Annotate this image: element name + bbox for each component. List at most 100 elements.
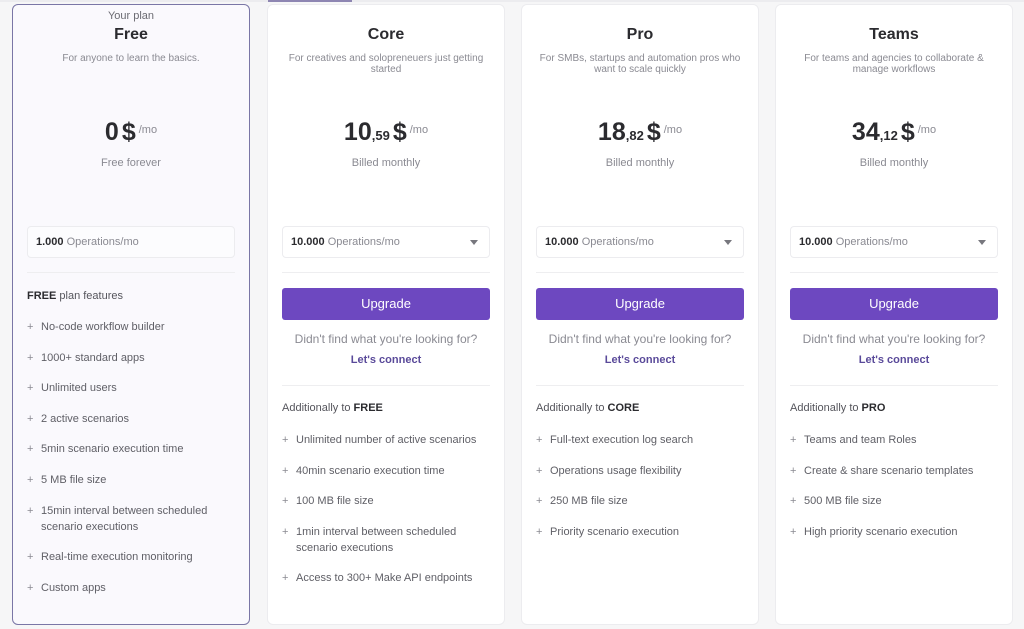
feature-text: 1000+ standard apps: [41, 351, 145, 364]
not-found-text: Didn't find what you're looking for?: [802, 332, 986, 346]
plus-icon: +: [27, 581, 34, 594]
features-heading: Additionally to CORE: [536, 402, 744, 414]
price-cents: ,12: [879, 128, 898, 143]
chevron-down-icon[interactable]: [724, 240, 732, 245]
feature-text: Access to 300+ Make API endpoints: [296, 572, 473, 585]
lets-connect-link[interactable]: Let's connect: [776, 354, 1012, 366]
price-currency: $: [900, 118, 915, 146]
price-currency: $: [646, 118, 661, 146]
price-integer: 0: [104, 118, 119, 146]
features-heading: Additionally to FREE: [282, 402, 490, 414]
features-heading-plan: FREE: [27, 290, 57, 302]
billing-note: Billed monthly: [351, 157, 421, 169]
plus-icon: +: [27, 351, 34, 364]
feature-text: 5min scenario execution time: [41, 443, 184, 456]
plus-icon: +: [27, 473, 34, 486]
plus-icon: +: [536, 464, 543, 477]
plan-name: Free: [114, 26, 148, 43]
operations-value: 1.000: [36, 236, 64, 248]
divider: [282, 385, 490, 386]
feature-text: 15min interval between scheduled scenari…: [41, 504, 208, 533]
price-period: /mo: [663, 124, 683, 136]
divider: [536, 272, 744, 273]
operations-select[interactable]: 10.000 Operations/mo: [536, 226, 744, 258]
divider: [790, 385, 998, 386]
feature-item: +1000+ standard apps: [27, 350, 239, 366]
plan-price: 0 $/mo: [13, 118, 249, 147]
price-period: /mo: [409, 124, 429, 136]
feature-text: Unlimited users: [41, 382, 117, 395]
plan-tabs-bar: [0, 0, 1024, 2]
feature-text: 5 MB file size: [41, 473, 107, 486]
feature-list: + Teams and team Roles + Create & share sce…: [790, 432, 1002, 554]
feature-text: High priority scenario execution: [804, 525, 958, 538]
divider: [536, 385, 744, 386]
feature-item: +5min scenario execution time: [27, 441, 239, 457]
feature-item: + Full-text execution log search: [536, 432, 748, 448]
feature-item: +250 MB file size: [536, 493, 748, 509]
feature-text: 1min interval between scheduled scenario…: [296, 525, 457, 554]
feature-text: 250 MB file size: [550, 495, 628, 508]
feature-text: Operations usage flexibility: [550, 464, 682, 477]
feature-text: Full-text execution log search: [550, 434, 694, 446]
upgrade-button[interactable]: Upgrade: [536, 288, 744, 320]
feature-text: No-code workflow builder: [41, 321, 165, 333]
feature-item: + Real-time execution monitoring: [27, 549, 239, 565]
feature-item: + High priority scenario execution: [790, 524, 1002, 540]
billing-note: Billed monthly: [859, 157, 929, 169]
plus-icon: +: [27, 382, 34, 395]
feature-item: + Unlimited number of active scenarios: [282, 432, 494, 448]
operations-value: 10.000: [545, 236, 579, 248]
price-cents: ,82: [625, 128, 644, 143]
plus-icon: +: [790, 495, 797, 508]
divider: [282, 272, 490, 273]
feature-item: + Access to 300+ Make API endpoints: [282, 570, 494, 586]
operations-display: 1.000 Operations/mo: [27, 226, 235, 258]
feature-text: 500 MB file size: [804, 495, 882, 508]
chevron-down-icon[interactable]: [470, 240, 478, 245]
price-period: /mo: [917, 124, 937, 136]
lets-connect-link[interactable]: Let's connect: [522, 354, 758, 366]
feature-item: + Create & share scenario templates: [790, 463, 1002, 479]
price-currency: $: [121, 118, 136, 146]
current-plan-badge: Your plan: [107, 10, 155, 22]
upgrade-button[interactable]: Upgrade: [282, 288, 490, 320]
billing-note: Free forever: [101, 157, 161, 169]
price-period: /mo: [138, 124, 158, 136]
feature-item: +15min interval between scheduled scenar…: [27, 503, 239, 535]
feature-text: Priority scenario execution: [550, 525, 680, 538]
plan-description: For SMBs, startups and automation pros w…: [539, 53, 741, 75]
feature-list: + Full-text execution log search + Operatio…: [536, 432, 748, 554]
plan-card-free: Your plan Free For anyone to learn the b…: [12, 4, 250, 625]
feature-text: Real-time execution monitoring: [41, 551, 193, 564]
price-currency: $: [392, 118, 407, 146]
feature-list: + Unlimited number of active scenarios +40…: [282, 432, 494, 601]
plus-icon: +: [27, 321, 34, 333]
features-heading: FREE plan features: [27, 290, 235, 302]
feature-item: + Operations usage flexibility: [536, 463, 748, 479]
lets-connect-link[interactable]: Let's connect: [268, 354, 504, 366]
active-tab-indicator: [268, 0, 352, 2]
operations-value: 10.000: [291, 236, 325, 248]
upgrade-button[interactable]: Upgrade: [790, 288, 998, 320]
operations-select[interactable]: 10.000 Operations/mo: [282, 226, 490, 258]
operations-select[interactable]: 10.000 Operations/mo: [790, 226, 998, 258]
billing-note: Billed monthly: [605, 157, 675, 169]
plus-icon: +: [27, 443, 34, 456]
feature-item: +5 MB file size: [27, 472, 239, 488]
chevron-down-icon[interactable]: [978, 240, 986, 245]
feature-item: + No-code workflow builder: [27, 319, 239, 335]
plus-icon: +: [790, 464, 797, 477]
plan-card-pro: Pro For SMBs, startups and automation pr…: [521, 4, 759, 625]
divider: [790, 272, 998, 273]
feature-item: +100 MB file size: [282, 493, 494, 509]
price-integer: 18: [597, 118, 626, 146]
feature-item: + Custom apps: [27, 580, 239, 596]
price-integer: 10: [343, 118, 372, 146]
plan-card-core: Core For creatives and solopreneuers jus…: [267, 4, 505, 625]
plan-name: Core: [367, 26, 405, 43]
not-found-text: Didn't find what you're looking for?: [548, 332, 732, 346]
feature-item: +40min scenario execution time: [282, 463, 494, 479]
features-heading-text: Additionally to: [790, 402, 862, 414]
features-heading-plan: CORE: [607, 402, 640, 414]
